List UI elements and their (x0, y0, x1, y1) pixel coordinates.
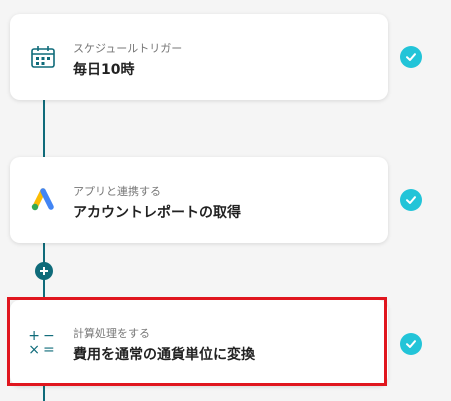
step-subtitle: スケジュールトリガー (73, 42, 183, 55)
step-card-app-integration[interactable]: アプリと連携する アカウントレポートの取得 (10, 157, 388, 243)
check-icon (400, 46, 422, 68)
step-subtitle: アプリと連携する (73, 185, 161, 198)
flow-connector (43, 386, 45, 401)
google-ads-icon (28, 185, 58, 215)
step-title: アカウントレポートの取得 (73, 205, 241, 221)
add-step-button[interactable] (35, 262, 53, 280)
plus-icon (40, 267, 48, 275)
check-icon (400, 333, 422, 355)
step-card-schedule-trigger[interactable]: スケジュールトリガー 毎日10時 (10, 14, 388, 100)
flow-connector (43, 100, 45, 160)
step-title: 毎日10時 (73, 62, 135, 78)
check-icon (400, 189, 422, 211)
highlight-box (7, 297, 387, 386)
calendar-icon (28, 42, 58, 72)
